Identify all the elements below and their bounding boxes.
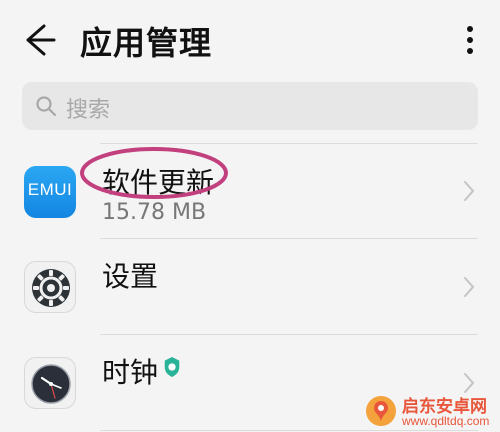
watermark-logo-icon	[366, 396, 396, 426]
arrow-left-icon	[26, 24, 56, 56]
settings-gear-icon	[24, 261, 76, 313]
app-management-screen: 应用管理 搜索 EMUI 软件更新 15.78 MB 设置 时钟 启东安卓网 w…	[0, 0, 500, 432]
list-item-settings[interactable]: 设置	[0, 239, 500, 334]
page-title: 应用管理	[80, 24, 213, 62]
more-vertical-icon	[467, 26, 473, 32]
emui-icon: EMUI	[24, 166, 76, 218]
security-badge-icon	[164, 357, 180, 377]
chevron-right-icon	[464, 277, 475, 297]
watermark: 启东安卓网 www.qdltdq.com	[364, 392, 496, 430]
app-name: 设置	[102, 260, 159, 293]
list-item-software-update[interactable]: EMUI 软件更新 15.78 MB	[0, 143, 500, 238]
clock-icon	[24, 357, 76, 409]
app-size: 15.78 MB	[102, 200, 207, 225]
search-input[interactable]: 搜索	[22, 82, 478, 130]
more-options-button[interactable]	[458, 22, 482, 58]
back-button[interactable]	[18, 22, 58, 58]
highlight-ellipse	[80, 147, 228, 199]
app-header: 应用管理	[0, 0, 500, 80]
search-icon	[36, 96, 57, 117]
chevron-right-icon	[464, 181, 475, 201]
watermark-url: www.qdltdq.com	[402, 414, 490, 428]
search-placeholder: 搜索	[66, 98, 111, 123]
app-name: 时钟	[102, 356, 159, 389]
list-divider	[100, 430, 478, 431]
